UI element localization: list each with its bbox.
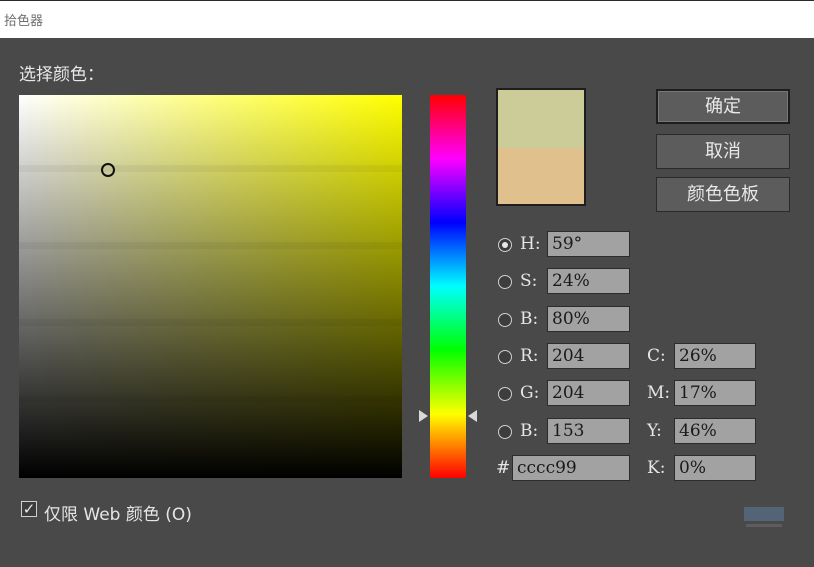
radio-s[interactable] [498,275,512,289]
label-c: C: [647,346,666,366]
ok-button[interactable]: 确定 [656,89,790,124]
label-k: K: [647,458,666,478]
input-s[interactable]: 24% [547,268,630,294]
label-g: G: [520,383,540,403]
web-only-checkbox[interactable]: ✓ [21,501,37,517]
label-blue: B: [520,421,539,441]
label-y: Y: [647,421,662,441]
label-s: S: [520,271,538,291]
color-field-cursor[interactable] [101,163,115,177]
input-brightness[interactable]: 80% [547,306,630,332]
color-preview [496,88,586,206]
label-h: H: [520,234,541,254]
window-title: 拾色器 [4,14,44,29]
color-field[interactable] [19,95,402,478]
label-r: R: [520,346,539,366]
label-m: M: [647,383,671,403]
label-brightness: B: [520,309,539,329]
input-blue[interactable]: 153 [547,418,630,444]
select-color-label: 选择颜色： [19,65,104,85]
color-swatches-button[interactable]: 颜色色板 [656,177,790,212]
input-y[interactable]: 46% [674,418,756,444]
input-hex[interactable]: cccc99 [512,455,630,481]
radio-blue[interactable] [498,425,512,439]
cancel-button[interactable]: 取消 [656,134,790,169]
hue-slider[interactable] [430,95,466,478]
input-h[interactable]: 59° [547,231,630,257]
radio-r[interactable] [498,350,512,364]
input-m[interactable]: 17% [674,380,756,406]
input-c[interactable]: 26% [674,343,756,369]
input-r[interactable]: 204 [547,343,630,369]
input-k[interactable]: 0% [674,455,756,481]
current-color-swatch[interactable] [498,148,584,204]
hue-slider-left-handle-icon[interactable] [419,410,428,422]
hue-slider-right-handle-icon[interactable] [468,410,477,422]
new-color-swatch [498,90,584,148]
radio-g[interactable] [498,387,512,401]
web-only-label: 仅限 Web 颜色 (O) [44,505,192,525]
radio-brightness[interactable] [498,313,512,327]
title-bar: 拾色器 [0,0,814,38]
color-field-bands [19,95,402,478]
input-g[interactable]: 204 [547,380,630,406]
label-hex: # [496,458,511,478]
radio-h[interactable] [498,238,512,252]
watermark-logo-icon [744,507,784,527]
